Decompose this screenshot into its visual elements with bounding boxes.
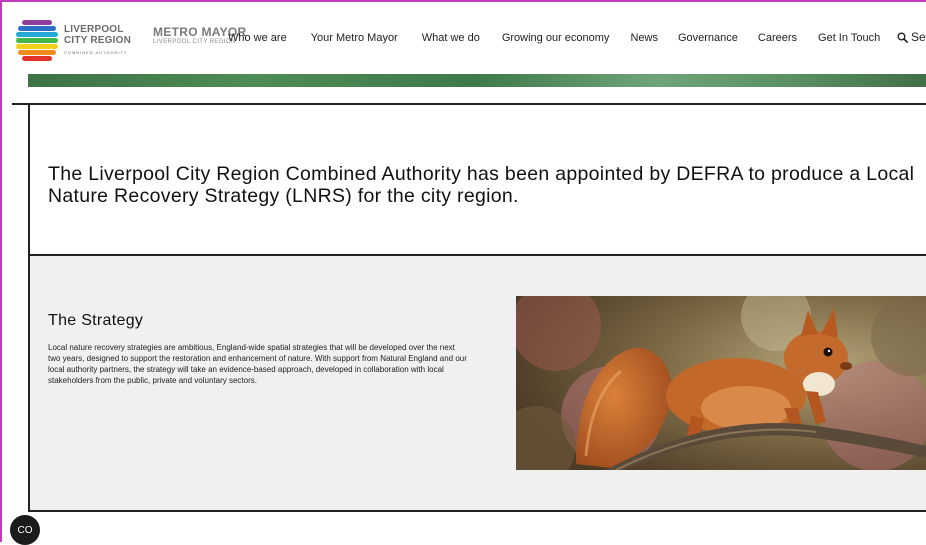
intro-heading: The Liverpool City Region Combined Autho…: [48, 163, 915, 207]
strategy-title: The Strategy: [48, 312, 144, 329]
lcr-logo-text: LIVERPOOL CITY REGION COMBINED AUTHORITY: [64, 24, 131, 58]
lcr-logo-line3: COMBINED AUTHORITY: [64, 50, 128, 55]
hero-banner-image: [28, 74, 926, 87]
lcr-logo-link[interactable]: LIVERPOOL CITY REGION COMBINED AUTHORITY: [16, 18, 166, 62]
lcr-logo-line1: LIVERPOOL: [64, 24, 124, 35]
nav-your-metro-mayor[interactable]: Your Metro Mayor: [311, 32, 398, 44]
cookie-settings-button[interactable]: CO: [10, 515, 40, 545]
lcr-rainbow-logo-icon: [16, 20, 58, 61]
strategy-body: Local nature recovery strategies are amb…: [48, 343, 467, 385]
nav-who-we-are[interactable]: Who we are: [228, 32, 287, 44]
red-squirrel-photo: [516, 296, 926, 470]
section-bottom-divider: [28, 510, 926, 512]
nav-what-we-do[interactable]: What we do: [422, 32, 480, 44]
nav-careers[interactable]: Careers: [758, 32, 797, 44]
nav-news[interactable]: News: [630, 32, 658, 44]
search-icon: [897, 32, 908, 43]
lcr-logo-line2: CITY REGION: [64, 35, 132, 46]
search-button[interactable]: Se: [897, 30, 926, 44]
search-label: Se: [911, 30, 926, 44]
nav-governance[interactable]: Governance: [678, 32, 738, 44]
nav-get-in-touch[interactable]: Get In Touch: [818, 32, 880, 44]
site-header: LIVERPOOL CITY REGION COMBINED AUTHORITY…: [2, 2, 926, 74]
nav-growing-our-economy[interactable]: Growing our economy: [502, 32, 610, 44]
red-squirrel-illustration: [516, 296, 926, 470]
main-nav: Who we are Your Metro Mayor What we do G…: [228, 32, 880, 44]
